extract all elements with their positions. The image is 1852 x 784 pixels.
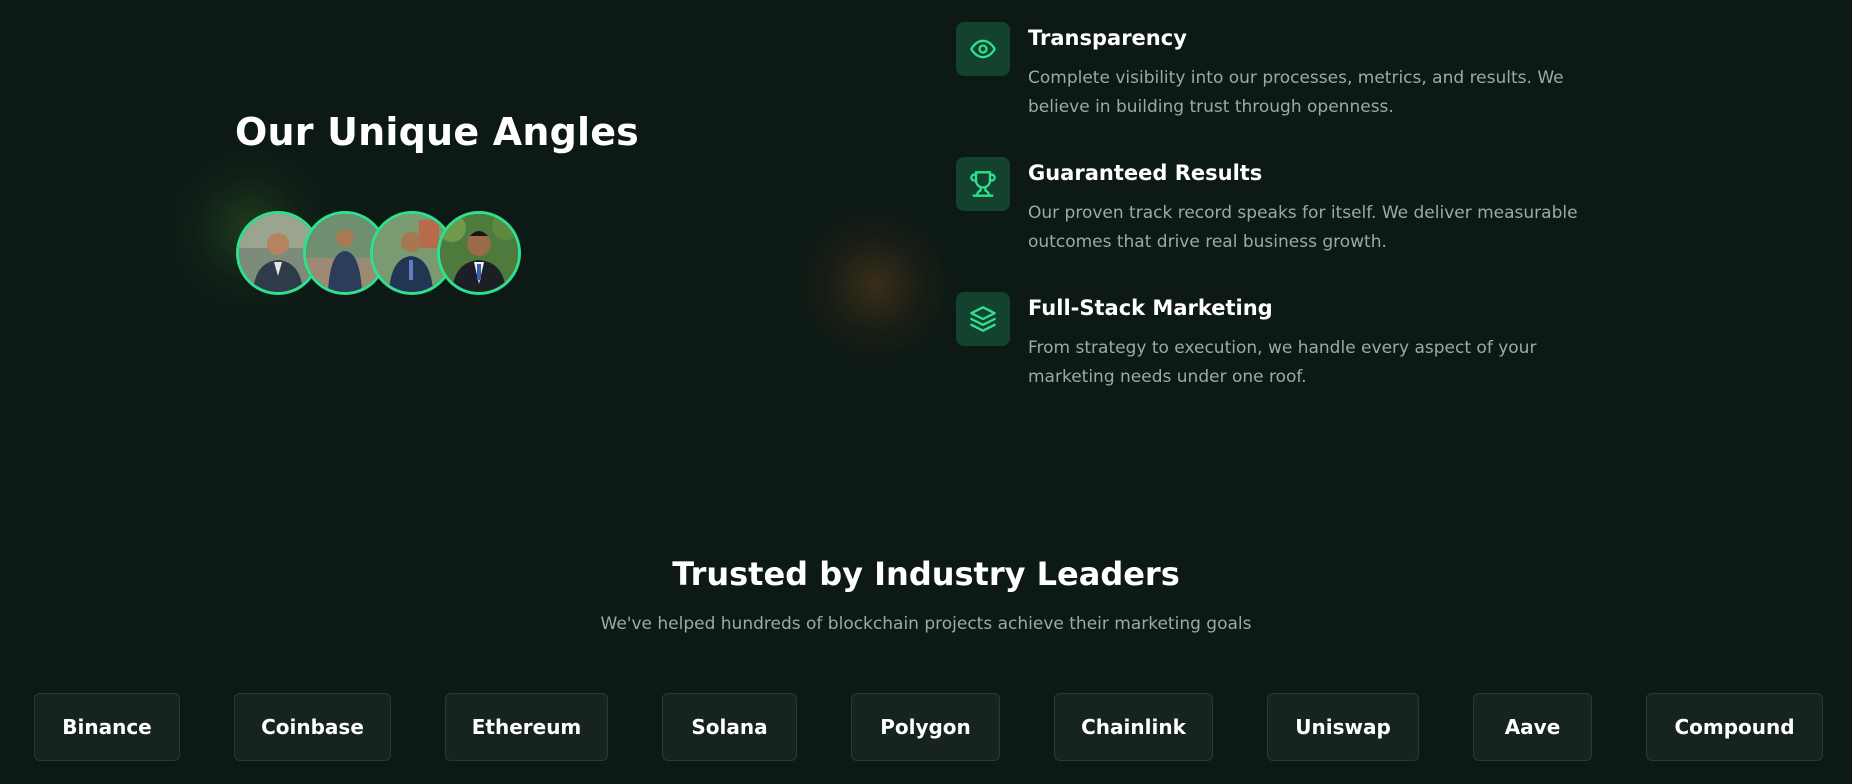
partner-logo-aave: Aave (1473, 693, 1592, 761)
partner-logo-binance: Binance (34, 693, 180, 761)
partner-logo-compound: Compound (1646, 693, 1823, 761)
feature-title: Guaranteed Results (1028, 161, 1263, 185)
section-title: Trusted by Industry Leaders (672, 555, 1180, 593)
feature-description: Our proven track record speaks for itsel… (1028, 203, 1578, 252)
partner-logo-uniswap: Uniswap (1267, 693, 1419, 761)
trophy-icon (956, 157, 1010, 211)
background-glow-orange (790, 200, 960, 370)
section-title: Our Unique Angles (235, 110, 639, 154)
eye-icon (956, 22, 1010, 76)
partner-logo-chainlink: Chainlink (1054, 693, 1213, 761)
section-subtitle: We've helped hundreds of blockchain proj… (600, 614, 1252, 634)
partner-logo-solana: Solana (662, 693, 797, 761)
feature-title: Transparency (1028, 26, 1187, 50)
feature-title: Full-Stack Marketing (1028, 296, 1273, 320)
partner-logo-coinbase: Coinbase (234, 693, 391, 761)
layers-icon (956, 292, 1010, 346)
avatar (437, 211, 521, 295)
partner-logo-ethereum: Ethereum (445, 693, 608, 761)
partner-logo-polygon: Polygon (851, 693, 1000, 761)
feature-description: From strategy to execution, we handle ev… (1028, 338, 1537, 387)
feature-description: Complete visibility into our processes, … (1028, 68, 1564, 117)
